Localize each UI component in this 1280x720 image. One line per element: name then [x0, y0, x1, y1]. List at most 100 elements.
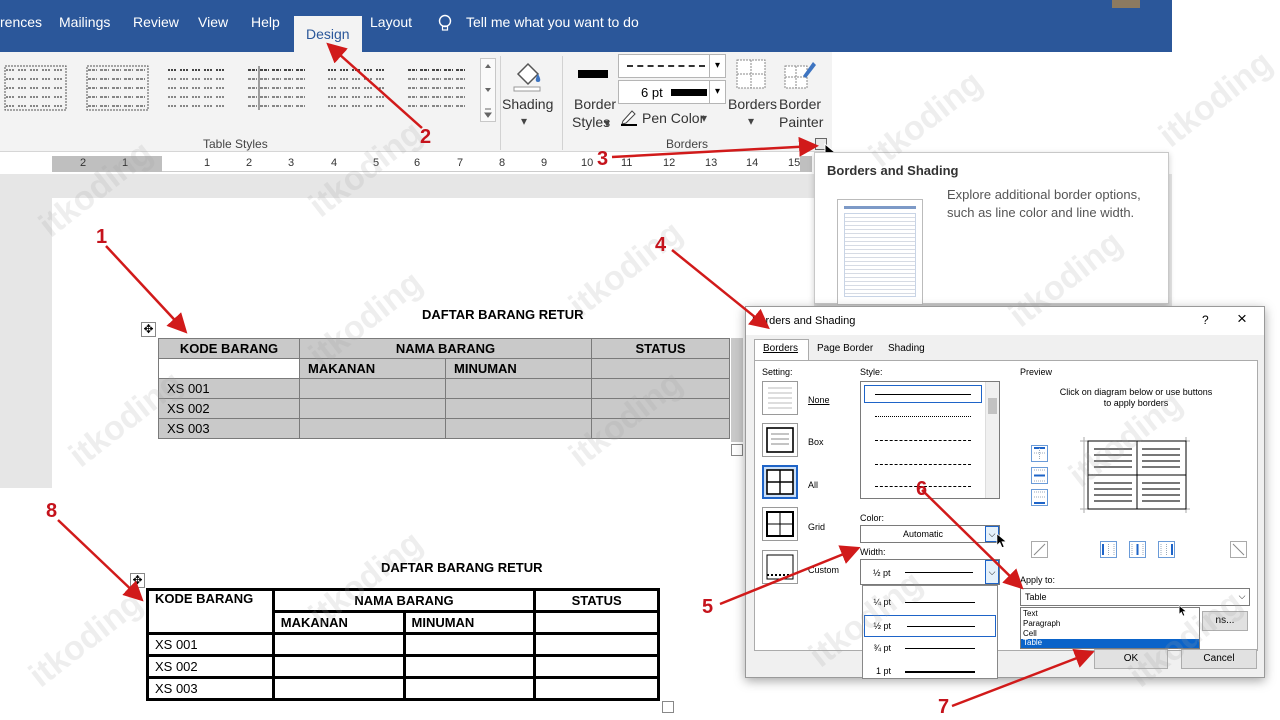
table-header-cell[interactable]: STATUS [533, 588, 660, 613]
bottom-border-button[interactable] [1031, 489, 1048, 506]
line-style-dropdown[interactable]: ▾ [618, 54, 726, 78]
table-style-thumbnail[interactable] [166, 64, 230, 112]
chevron-down-icon[interactable]: ⌵ [985, 560, 999, 584]
apply-option-paragraph[interactable]: Paragraph [1023, 619, 1060, 628]
diagonal-up-border-button[interactable] [1230, 541, 1247, 558]
table-resize-handle[interactable] [731, 444, 743, 456]
inside-vertical-border-button[interactable] [1129, 541, 1146, 558]
paint-bucket-icon[interactable] [510, 58, 544, 92]
chevron-down-icon[interactable]: ▾ [709, 55, 725, 77]
tab-view[interactable]: View [198, 14, 228, 30]
setting-all-label[interactable]: All [808, 480, 818, 490]
table-top[interactable]: KODE BARANG NAMA BARANG STATUS MAKANAN M… [158, 338, 730, 439]
table-header-cell[interactable]: NAMA BARANG [271, 588, 537, 613]
gallery-scroll[interactable] [480, 58, 496, 122]
options-button[interactable]: ns... [1202, 611, 1248, 631]
help-icon[interactable]: ? [1202, 313, 1209, 327]
width-option[interactable]: ¾ pt [863, 638, 995, 660]
table-row[interactable]: XS 002 [158, 398, 730, 419]
table-move-handle-icon[interactable]: ✥ [130, 573, 145, 588]
line-weight-dropdown[interactable]: 6 pt ▾ [618, 80, 726, 104]
chevron-down-icon[interactable]: ▾ [748, 114, 754, 128]
width-option[interactable]: 1 pt [863, 661, 995, 678]
setting-custom-label[interactable]: Custom [808, 565, 839, 575]
table-subheader-cell[interactable]: MINUMAN [445, 358, 592, 379]
cancel-button[interactable]: Cancel [1181, 649, 1257, 669]
inside-horizontal-border-button[interactable] [1031, 467, 1048, 484]
table-header-cell[interactable]: STATUS [591, 338, 730, 359]
setting-grid-button[interactable] [762, 507, 798, 541]
table-cell[interactable]: XS 002 [158, 398, 300, 419]
table-row[interactable]: XS 001 [146, 632, 660, 657]
tab-borders-label[interactable]: Borders [763, 343, 798, 354]
table-header-cell[interactable]: NAMA BARANG [299, 338, 592, 359]
apply-option-cell[interactable]: Cell [1023, 629, 1037, 638]
setting-grid-label[interactable]: Grid [808, 522, 825, 532]
tab-references[interactable]: rences [0, 14, 42, 30]
shading-button[interactable]: Shading [502, 96, 553, 112]
table-cell[interactable] [533, 610, 660, 635]
apply-to-options[interactable]: Text Paragraph Cell Table [1020, 607, 1200, 649]
borders-grid-icon[interactable] [735, 58, 767, 90]
apply-option-table[interactable]: Table [1023, 638, 1042, 647]
table-style-thumbnail[interactable] [86, 64, 150, 112]
preview-diagram[interactable] [1080, 437, 1190, 513]
width-dropdown[interactable]: ½ pt ⌵ [860, 559, 1000, 585]
setting-box-button[interactable] [762, 423, 798, 457]
tab-page-border[interactable]: Page Border [817, 343, 873, 354]
table-subheader-cell[interactable]: MINUMAN [402, 610, 537, 635]
width-option[interactable]: ¼ pt [863, 592, 995, 614]
style-listbox[interactable] [860, 381, 1000, 499]
table-resize-handle[interactable] [662, 701, 674, 713]
width-option[interactable]: ½ pt [864, 615, 996, 637]
table-bottom[interactable]: KODE BARANG NAMA BARANG STATUS MAKANAN M… [146, 588, 660, 701]
tab-layout[interactable]: Layout [370, 14, 412, 30]
table-move-handle-icon[interactable]: ✥ [141, 322, 156, 337]
tab-mailings[interactable]: Mailings [59, 14, 110, 30]
table-style-thumbnail[interactable] [406, 64, 470, 112]
apply-option-text[interactable]: Text [1023, 609, 1038, 618]
borders-button[interactable]: Borders [728, 96, 777, 112]
table-subheader-cell[interactable]: MAKANAN [299, 358, 446, 379]
table-cell[interactable]: XS 003 [158, 418, 300, 439]
setting-none-button[interactable] [762, 381, 798, 415]
tab-help[interactable]: Help [251, 14, 280, 30]
pen-icon[interactable] [620, 108, 638, 126]
table-cell[interactable]: XS 002 [146, 654, 275, 679]
table-subheader-cell[interactable]: MAKANAN [271, 610, 406, 635]
apply-to-dropdown[interactable]: Table ⌵ [1020, 588, 1250, 606]
chevron-down-icon[interactable]: ▾ [709, 81, 725, 103]
table-header-cell[interactable]: KODE BARANG [158, 338, 300, 359]
table-cell[interactable]: XS 003 [146, 676, 275, 701]
table-cell[interactable]: XS 001 [146, 632, 275, 657]
close-icon[interactable]: × [1237, 309, 1247, 329]
width-options-list[interactable]: ¼ pt½ pt¾ pt1 pt1 ½ pt2 ¼ pt [862, 585, 998, 679]
ok-button[interactable]: OK [1094, 649, 1168, 669]
setting-all-button[interactable] [762, 465, 798, 499]
border-styles-button[interactable]: Border [574, 96, 616, 112]
pen-color-button[interactable]: Pen Color [642, 110, 704, 126]
tab-design[interactable]: Design [294, 16, 362, 52]
chevron-down-icon[interactable]: ⌵ [1235, 589, 1249, 605]
table-style-thumbnail[interactable] [326, 64, 390, 112]
diagonal-down-border-button[interactable] [1031, 541, 1048, 558]
tell-me-search[interactable]: Tell me what you want to do [466, 14, 639, 30]
table-cell[interactable]: XS 001 [158, 378, 300, 399]
border-painter-button[interactable]: Border [779, 96, 821, 112]
right-border-button[interactable] [1158, 541, 1175, 558]
table-cell[interactable] [591, 358, 730, 379]
table-style-thumbnail[interactable] [4, 64, 68, 112]
border-style-swatch[interactable] [578, 70, 608, 78]
setting-custom-button[interactable] [762, 550, 798, 584]
setting-none-label[interactable]: None [808, 395, 830, 405]
table-style-thumbnail[interactable] [246, 64, 310, 112]
horizontal-ruler[interactable]: 2 1 1 2 3 4 5 6 7 8 9 10 11 12 13 14 15 [52, 156, 812, 172]
top-border-button[interactable] [1031, 445, 1048, 462]
user-avatar[interactable] [1112, 0, 1140, 8]
chevron-down-icon[interactable]: ▾ [701, 111, 707, 125]
border-painter-label[interactable]: Painter [779, 114, 823, 130]
setting-box-label[interactable]: Box [808, 437, 824, 447]
table-header-cell[interactable]: KODE BARANG [146, 588, 275, 635]
table-cell[interactable] [158, 358, 300, 379]
style-scrollbar[interactable] [985, 382, 999, 498]
